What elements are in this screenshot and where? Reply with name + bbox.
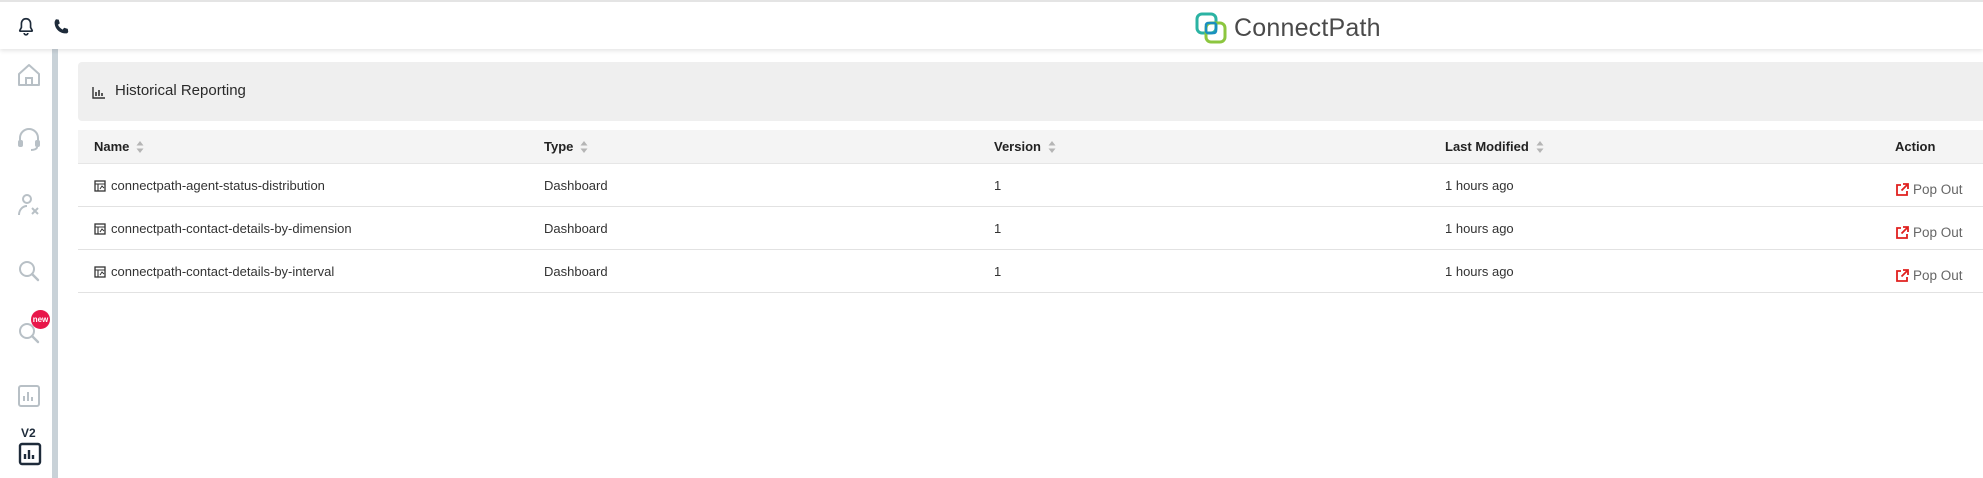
external-link-icon — [1896, 182, 1909, 196]
pop-out-label: Pop Out — [1913, 225, 1963, 240]
report-type: Dashboard — [544, 178, 608, 193]
pop-out-button[interactable]: Pop Out — [1895, 168, 1963, 211]
report-version: 1 — [994, 221, 1002, 236]
reports-table: Name Type Version Last Modified Action c… — [78, 130, 1983, 293]
v2-label: V2 — [21, 426, 36, 440]
sort-icon[interactable] — [136, 141, 144, 153]
page-title: Historical Reporting — [115, 82, 246, 99]
dashboard-icon — [94, 179, 106, 192]
top-bar: ConnectPath — [0, 0, 1983, 49]
brand-logo: ConnectPath — [1195, 12, 1381, 44]
pop-out-button[interactable]: Pop Out — [1895, 254, 1963, 297]
report-version: 1 — [994, 178, 1002, 193]
dashboard-icon — [94, 265, 106, 278]
column-header-last-modified[interactable]: Last Modified — [1445, 130, 1544, 164]
table-row[interactable]: connectpath-contact-details-by-dimension… — [78, 207, 1983, 250]
table-header: Name Type Version Last Modified Action — [78, 130, 1983, 164]
external-link-icon — [1896, 268, 1909, 282]
report-name[interactable]: connectpath-contact-details-by-interval — [111, 250, 334, 293]
report-name[interactable]: connectpath-agent-status-distribution — [111, 164, 325, 207]
page-header: Historical Reporting — [78, 62, 1983, 121]
report-last-modified: 1 hours ago — [1445, 264, 1514, 279]
headset-icon[interactable] — [15, 125, 43, 153]
table-row[interactable]: connectpath-agent-status-distribution Da… — [78, 164, 1983, 207]
bar-chart-icon[interactable] — [15, 382, 43, 410]
report-last-modified: 1 hours ago — [1445, 178, 1514, 193]
pop-out-label: Pop Out — [1913, 268, 1963, 283]
pop-out-button[interactable]: Pop Out — [1895, 211, 1963, 254]
column-header-name[interactable]: Name — [94, 130, 144, 164]
pop-out-label: Pop Out — [1913, 182, 1963, 197]
external-link-icon — [1896, 225, 1909, 239]
phone-icon[interactable] — [50, 16, 72, 38]
new-badge: new — [31, 310, 50, 329]
agent-icon[interactable] — [15, 191, 43, 219]
bell-icon[interactable] — [15, 16, 37, 38]
report-type: Dashboard — [544, 221, 608, 236]
dashboard-icon — [94, 222, 106, 235]
search-icon[interactable] — [15, 257, 43, 285]
sort-icon[interactable] — [1536, 141, 1544, 153]
table-row[interactable]: connectpath-contact-details-by-interval … — [78, 250, 1983, 293]
sidebar: new V2 — [0, 49, 58, 478]
home-icon[interactable] — [15, 61, 43, 89]
report-version: 1 — [994, 264, 1002, 279]
column-header-type[interactable]: Type — [544, 130, 588, 164]
sort-icon[interactable] — [580, 141, 588, 153]
brand-name: ConnectPath — [1234, 13, 1381, 42]
connectpath-logo-icon — [1195, 12, 1227, 44]
line-chart-icon — [92, 87, 105, 99]
sort-icon[interactable] — [1048, 141, 1056, 153]
bar-chart-v2-icon[interactable] — [18, 442, 42, 466]
column-header-version[interactable]: Version — [994, 130, 1056, 164]
column-header-action: Action — [1895, 139, 1936, 154]
report-type: Dashboard — [544, 264, 608, 279]
report-last-modified: 1 hours ago — [1445, 221, 1514, 236]
report-name[interactable]: connectpath-contact-details-by-dimension — [111, 207, 352, 250]
